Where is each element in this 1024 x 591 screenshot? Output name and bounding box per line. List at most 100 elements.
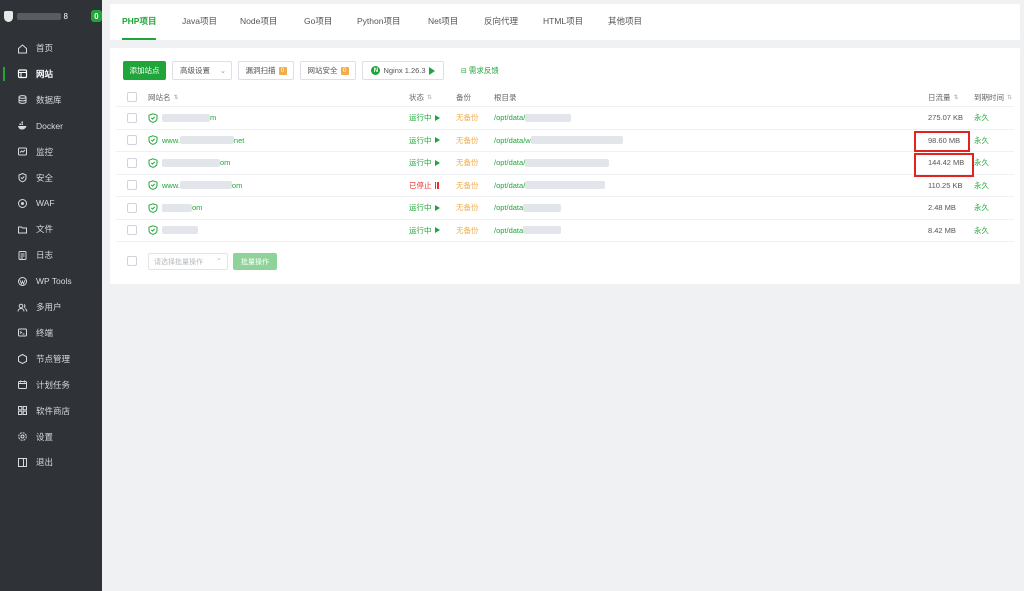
sidebar-item[interactable]: 退出 — [0, 451, 102, 473]
backup-cell[interactable]: 无备份 — [456, 152, 479, 174]
header-name[interactable]: 网站名 ⇅ — [148, 88, 179, 106]
sidebar-item[interactable]: 日志 — [0, 244, 102, 266]
batch-select-checkbox[interactable] — [127, 256, 137, 266]
select-all-checkbox[interactable] — [127, 92, 137, 102]
expire-cell[interactable]: 永久 — [974, 107, 989, 129]
status-cell[interactable]: 运行中 — [409, 152, 440, 174]
root-dir-cell[interactable]: /opt/data/ — [494, 152, 610, 174]
row-checkbox[interactable] — [127, 225, 137, 236]
advanced-settings-select[interactable]: 高级设置 ⌄ — [172, 61, 232, 80]
sidebar-item-label: 安全 — [36, 172, 54, 183]
row-checkbox[interactable] — [127, 180, 137, 191]
tab[interactable]: Python项目 — [357, 4, 400, 40]
batch-operation-placeholder: 请选择批量操作 — [154, 258, 203, 266]
status-cell[interactable]: 运行中 — [409, 130, 440, 152]
sidebar-item[interactable]: 文件 — [0, 218, 102, 240]
expire-cell[interactable]: 永久 — [974, 152, 989, 174]
redacted-domain — [162, 226, 198, 235]
sidebar-item[interactable]: 多用户 — [0, 296, 102, 318]
backup-cell[interactable]: 无备份 — [456, 107, 479, 129]
sidebar-item[interactable]: 设置 — [0, 426, 102, 448]
table-row[interactable]: om 运行中 无备份/opt/data/144.42 MB 永久 — [116, 152, 1014, 175]
root-dir-cell[interactable]: /opt/data — [494, 220, 562, 242]
server-host[interactable]: 8 — [17, 12, 68, 21]
redacted-domain — [162, 203, 192, 212]
tab[interactable]: Node项目 — [240, 4, 277, 40]
status-cell[interactable]: 运行中 — [409, 197, 440, 219]
table-row[interactable]: 运行中 无备份/opt/data 8.42 MB 永久 — [116, 220, 1014, 242]
sidebar-item[interactable]: 数据库 — [0, 89, 102, 111]
row-checkbox[interactable] — [127, 202, 137, 213]
pause-icon — [434, 181, 439, 189]
site-name-cell[interactable]: www. om — [148, 175, 242, 197]
sidebar-item[interactable]: 节点管理 — [0, 348, 102, 370]
row-checkbox[interactable] — [127, 112, 137, 123]
table-row[interactable]: www. net 运行中 无备份/opt/data/w 98.60 MB 永久 — [116, 130, 1014, 152]
sidebar-item[interactable]: WP Tools — [0, 270, 102, 292]
add-site-button[interactable]: 添加站点 — [123, 61, 166, 80]
row-checkbox[interactable] — [127, 135, 137, 146]
status-cell[interactable]: 运行中 — [409, 220, 440, 242]
expire-cell[interactable]: 永久 — [974, 197, 989, 219]
tab[interactable]: Net项目 — [428, 4, 458, 40]
root-dir-cell[interactable]: /opt/data/ — [494, 175, 606, 197]
site-name-cell[interactable] — [148, 220, 198, 242]
expire-cell[interactable]: 永久 — [974, 220, 989, 242]
nginx-version: Nginx 1.26.3 — [383, 66, 426, 75]
site-name-cell[interactable]: om — [148, 197, 202, 219]
status-cell[interactable]: 运行中 — [409, 107, 440, 129]
sidebar-item[interactable]: 监控 — [0, 141, 102, 163]
shield-icon — [17, 172, 28, 183]
node-icon — [17, 353, 28, 365]
tab[interactable]: Go项目 — [304, 4, 332, 40]
site-name-cell[interactable]: www. net — [148, 130, 244, 152]
header-expire[interactable]: 到期时间 ⇅ — [974, 88, 1012, 106]
backup-cell[interactable]: 无备份 — [456, 175, 479, 197]
tab[interactable]: Java项目 — [182, 4, 217, 40]
header-traffic[interactable]: 日流量 ⇅ — [928, 88, 959, 106]
site-name-cell[interactable]: m — [148, 107, 216, 129]
status-cell[interactable]: 已停止 — [409, 175, 439, 197]
vuln-scan-button[interactable]: 漏洞扫描 0 — [238, 61, 294, 80]
feedback-icon: ⊟ — [461, 67, 467, 75]
batch-operation-select[interactable]: 请选择批量操作 — [148, 253, 228, 270]
sort-icon: ⇅ — [953, 94, 959, 101]
redacted-domain — [179, 136, 234, 145]
table-row[interactable]: m 运行中 无备份/opt/data/275.07 KB 永久 — [116, 107, 1014, 130]
root-dir-cell[interactable]: /opt/data — [494, 197, 562, 219]
site-security-button[interactable]: 网站安全 0 — [300, 61, 356, 80]
backup-cell[interactable]: 无备份 — [456, 130, 479, 152]
play-icon — [434, 114, 440, 121]
sidebar-item[interactable]: 网站 — [0, 63, 102, 85]
backup-cell[interactable]: 无备份 — [456, 220, 479, 242]
table-row[interactable]: om 运行中 无备份/opt/data 2.48 MB 永久 — [116, 197, 1014, 220]
row-checkbox[interactable] — [127, 157, 137, 168]
tab[interactable]: PHP项目 — [122, 4, 157, 40]
sidebar-item[interactable]: Docker — [0, 115, 102, 137]
tab[interactable]: HTML项目 — [543, 4, 583, 40]
tab[interactable]: 反向代理 — [484, 4, 518, 40]
sidebar-item[interactable]: 软件商店 — [0, 400, 102, 422]
root-dir-cell[interactable]: /opt/data/ — [494, 107, 572, 129]
root-dir-cell[interactable]: /opt/data/w — [494, 130, 623, 152]
header-status[interactable]: 状态 ⇅ — [409, 88, 432, 106]
expire-cell[interactable]: 永久 — [974, 130, 989, 152]
batch-operation-button[interactable]: 批量操作 — [233, 253, 277, 270]
message-badge[interactable]: 0 — [90, 10, 102, 22]
expire-cell[interactable]: 永久 — [974, 175, 989, 197]
site-name-cell[interactable]: om — [148, 152, 230, 174]
server-host-suffix: 8 — [63, 11, 68, 21]
sidebar-item[interactable]: 终端 — [0, 322, 102, 344]
sidebar-item[interactable]: WAF — [0, 192, 102, 214]
backup-text: 无备份 — [456, 225, 479, 235]
sidebar-item-label: 计划任务 — [36, 379, 71, 390]
sidebar-item[interactable]: 安全 — [0, 167, 102, 189]
sidebar-item[interactable]: 计划任务 — [0, 374, 102, 396]
nginx-button[interactable]: N Nginx 1.26.3 — [362, 61, 444, 80]
feedback-link[interactable]: ⊟ 需求反馈 — [461, 65, 499, 76]
backup-cell[interactable]: 无备份 — [456, 197, 479, 219]
sidebar-item[interactable]: 首页 — [0, 37, 102, 59]
tab[interactable]: 其他项目 — [608, 4, 642, 40]
vuln-scan-count: 0 — [278, 66, 287, 75]
table-row[interactable]: www. om 已停止 无备份/opt/data/110.25 KB 永久 — [116, 175, 1014, 197]
